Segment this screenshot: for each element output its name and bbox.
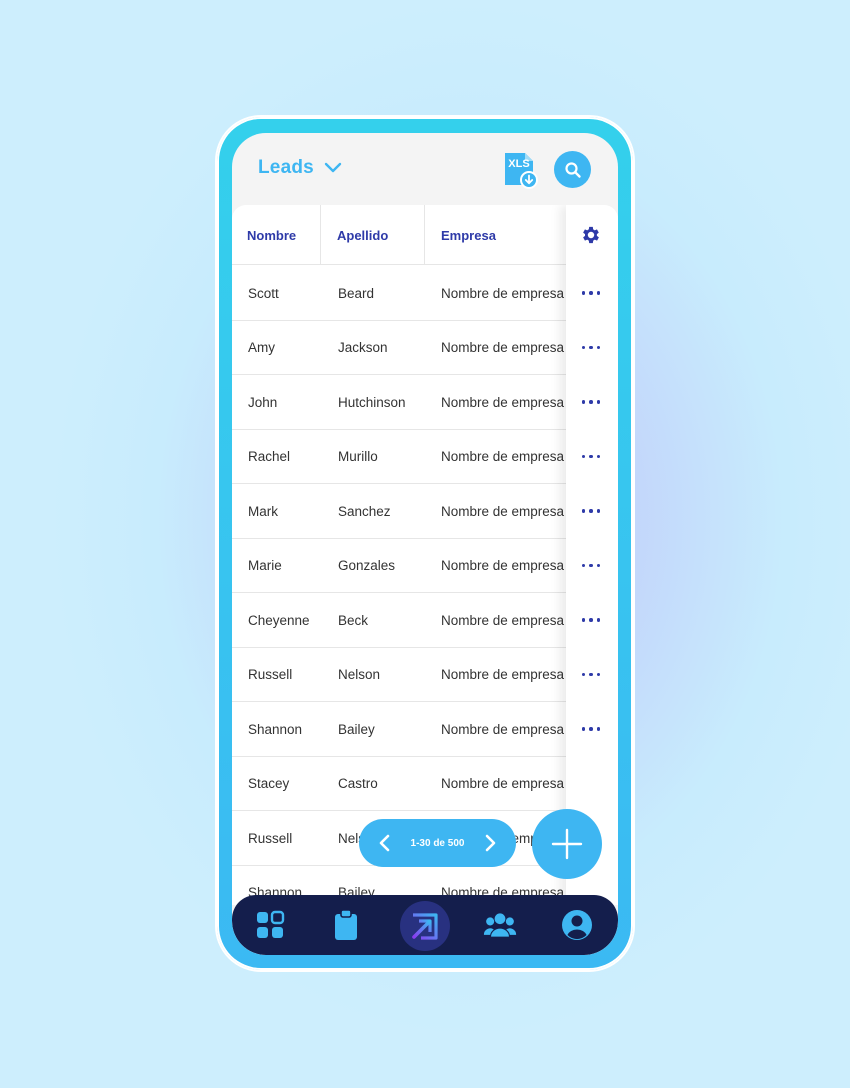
pagination-label: 1-30 de 500 — [410, 837, 465, 849]
table-header: Nombre Apellido Empresa — [232, 205, 618, 265]
search-icon — [564, 161, 581, 178]
cell-last-name: Sanchez — [338, 503, 391, 519]
cell-company: Nombre de empresa — [441, 285, 565, 301]
pagination-control: 1-30 de 500 — [359, 819, 516, 867]
profile-icon — [562, 910, 592, 940]
export-xls-button[interactable]: XLS — [503, 151, 539, 189]
table-row[interactable]: Rachel Murillo Nombre de empresa la — [232, 430, 618, 484]
column-header-empresa[interactable]: Empresa — [441, 205, 496, 265]
table-row[interactable]: Amy Jackson Nombre de empresa — [232, 321, 618, 375]
row-actions-more-icon[interactable] — [577, 665, 605, 685]
table-row[interactable]: Scott Beard Nombre de empresa — [232, 266, 618, 321]
column-header-apellido[interactable]: Apellido — [337, 205, 388, 265]
cell-first-name: Russell — [248, 667, 293, 682]
xls-file-icon: XLS — [505, 153, 538, 189]
row-actions-more-icon[interactable] — [577, 610, 605, 630]
nav-leads[interactable] — [400, 901, 450, 951]
cell-last-name: Jackson — [338, 340, 388, 355]
nav-team[interactable] — [483, 908, 517, 942]
leads-icon — [412, 913, 438, 940]
cell-first-name: John — [248, 394, 278, 410]
add-lead-button[interactable] — [532, 809, 602, 879]
table-row[interactable]: Russell Nelson Nombre de empresa — [232, 648, 618, 702]
cell-last-name: Murillo — [338, 449, 378, 464]
plus-icon — [551, 828, 583, 860]
clipboard-icon — [335, 909, 357, 940]
cell-company: Nombre de empresa la — [441, 449, 573, 464]
row-actions-more-icon[interactable] — [577, 719, 605, 739]
row-actions-more-icon[interactable] — [577, 392, 605, 412]
actions-column — [566, 205, 618, 905]
chevron-down-icon — [324, 162, 342, 173]
cell-last-name: Hutchinson — [338, 394, 406, 410]
cell-first-name: Marie — [248, 558, 282, 573]
column-divider — [424, 205, 425, 265]
nav-profile[interactable] — [560, 908, 594, 942]
nav-dashboard[interactable] — [253, 908, 287, 942]
cell-first-name: Russell — [248, 830, 293, 846]
xls-label: XLS — [508, 158, 529, 170]
cell-company: Nombre de empresa — [441, 667, 565, 682]
cell-first-name: Amy — [248, 340, 275, 355]
search-button[interactable] — [554, 151, 591, 188]
dashboard-icon — [257, 910, 285, 938]
cell-company: Nombre de empresa — [441, 394, 565, 410]
cell-company: Nombre de empresa — [441, 340, 565, 355]
cell-first-name: Rachel — [248, 449, 291, 464]
row-actions-more-icon[interactable] — [577, 447, 605, 467]
chevron-right-icon[interactable] — [482, 833, 498, 853]
cell-first-name: Mark — [248, 503, 278, 519]
table-row[interactable]: Stacey Castro Nombre de empresa — [232, 757, 618, 811]
cell-company: Nombre de empresa — [441, 721, 565, 737]
table-row[interactable]: Cheyenne Beck Nombre de empresa — [232, 593, 618, 648]
table-row[interactable]: Shannon Bailey Nombre de empresa — [232, 702, 618, 757]
cell-last-name: Bailey — [338, 721, 375, 737]
table-row[interactable]: Marie Gonzales Nombre de empresa — [232, 539, 618, 593]
cell-company: Nombre de empresa — [441, 776, 565, 791]
bottom-navigation — [232, 895, 618, 955]
gear-icon[interactable] — [580, 224, 602, 246]
cell-first-name: Shannon — [248, 721, 303, 737]
nav-tasks[interactable] — [329, 908, 363, 942]
column-divider — [320, 205, 321, 265]
row-actions-more-icon[interactable] — [577, 338, 605, 358]
leads-dropdown[interactable]: Leads — [258, 157, 342, 179]
app-header: Leads XLS — [232, 133, 618, 205]
cell-last-name: Beard — [338, 285, 375, 301]
column-header-nombre[interactable]: Nombre — [247, 205, 296, 265]
app-screen: Leads XLS Nombre Apellido Empresa Scott … — [232, 133, 618, 955]
table-row[interactable]: John Hutchinson Nombre de empresa — [232, 375, 618, 430]
cell-last-name: Beck — [338, 612, 369, 628]
cell-last-name: Gonzales — [338, 558, 396, 573]
row-actions-more-icon[interactable] — [577, 501, 605, 521]
cell-first-name: Stacey — [248, 776, 290, 791]
chevron-left-icon[interactable] — [377, 833, 393, 853]
team-icon — [483, 913, 517, 937]
leads-table: Nombre Apellido Empresa Scott Beard Nombre… — [232, 205, 618, 905]
table-row[interactable]: Mark Sanchez Nombre de empresa — [232, 484, 618, 539]
cell-company: Nombre de empresa — [441, 612, 565, 628]
row-actions-more-icon[interactable] — [577, 556, 605, 576]
cell-company: Nombre de empresa — [441, 558, 565, 573]
page-title: Leads — [258, 157, 314, 178]
cell-last-name: Castro — [338, 776, 378, 791]
cell-company: Nombre de empresa — [441, 503, 565, 519]
cell-last-name: Nelson — [338, 667, 381, 682]
cell-first-name: Scott — [248, 285, 279, 301]
row-actions-more-icon[interactable] — [577, 283, 605, 303]
cell-first-name: Cheyenne — [248, 612, 310, 628]
